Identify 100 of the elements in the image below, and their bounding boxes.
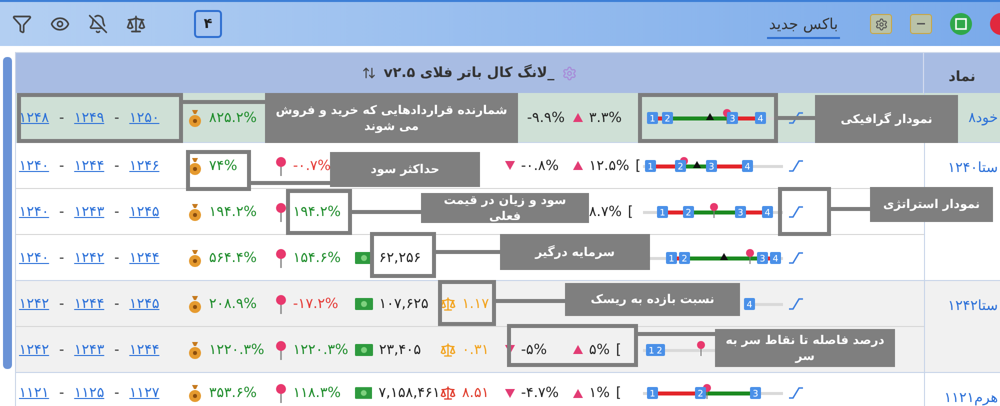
callout-label: سود و زیان در قیمت فعلی xyxy=(421,193,589,223)
range-marker: 2 xyxy=(679,252,690,264)
minus-icon xyxy=(917,23,925,25)
strategy-icon[interactable] xyxy=(788,252,804,264)
range-marker: 2 xyxy=(695,387,706,400)
contract-link[interactable]: ۱۲۴۶ xyxy=(129,158,160,174)
bracket: [ xyxy=(616,342,622,358)
up-distance: ۵% xyxy=(589,342,610,358)
scale-icon xyxy=(440,296,456,312)
scrollbar[interactable] xyxy=(3,57,12,369)
contract-link[interactable]: ۱۱۲۷ xyxy=(129,385,160,401)
contract-link[interactable]: ۱۲۴۰ xyxy=(19,204,50,220)
money-bag-icon xyxy=(187,156,203,174)
range-marker: 2 xyxy=(662,112,673,124)
highlight-frame xyxy=(370,232,436,278)
range-marker: 3 xyxy=(750,387,761,400)
pin-icon xyxy=(275,202,287,222)
callout-label: نمودار استراتژی xyxy=(870,187,993,222)
banknote-icon xyxy=(355,342,373,356)
bracket: [ xyxy=(628,204,634,220)
contract-link[interactable]: ۱۲۴۲ xyxy=(19,296,50,312)
square-icon xyxy=(955,18,967,30)
down-distance: -۹.۹% xyxy=(527,110,565,126)
up-distance: ۱% xyxy=(589,385,610,401)
scale-icon xyxy=(440,385,456,401)
strategy-icon[interactable] xyxy=(788,298,804,310)
separator-dash: - xyxy=(59,342,64,358)
contract-link[interactable]: ۱۲۵۰ xyxy=(129,110,160,126)
money-bag-icon xyxy=(187,294,203,312)
settings-button[interactable] xyxy=(870,14,892,34)
contract-link[interactable]: ۱۲۴۳ xyxy=(74,204,104,220)
contract-link[interactable]: ۱۲۴۰ xyxy=(19,158,50,174)
contract-link[interactable]: ۱۲۴۲ xyxy=(74,250,104,266)
tab[interactable]: باکس جدید xyxy=(767,9,840,39)
range-marker: 3 xyxy=(735,206,746,218)
profit-loss: ۱۲۲۰.۳% xyxy=(293,342,348,358)
capital: ۱۰۷,۶۲۵ xyxy=(379,296,429,312)
strategy-icon[interactable] xyxy=(788,112,804,124)
contract-link[interactable]: ۱۲۴۸ xyxy=(19,110,50,126)
contract-link[interactable]: ۱۲۴۴ xyxy=(74,158,104,174)
money-bag-icon xyxy=(187,248,203,266)
contract-link[interactable]: ۱۱۲۱ xyxy=(19,385,50,401)
contract-link[interactable]: ۱۲۴۴ xyxy=(129,342,160,358)
range-marker: 3 xyxy=(757,252,768,264)
up-distance: ۳.۳% xyxy=(589,110,622,126)
range-marker: 1 xyxy=(657,206,668,218)
contract-link[interactable]: ۱۲۴۹ xyxy=(74,110,104,126)
strategy-icon[interactable] xyxy=(788,206,804,218)
scale-icon[interactable] xyxy=(126,14,146,34)
down-triangle-icon xyxy=(505,388,515,398)
callout-label: شمارنده قراردادهایی که خرید و فروش می شوند xyxy=(265,93,518,143)
pin-icon xyxy=(746,248,754,264)
maximize-button[interactable] xyxy=(950,13,972,35)
max-profit: ۵۶۴.۴% xyxy=(209,250,257,266)
profit-loss: ۱۹۴.۲% xyxy=(293,204,341,220)
range-marker: 2 xyxy=(675,160,686,172)
separator-dash: - xyxy=(59,158,64,174)
capital: ۲۳,۴۰۵ xyxy=(379,342,422,358)
symbol-link[interactable]: ستا۱۲۴۰ xyxy=(948,160,998,176)
contract-link[interactable]: ۱۲۴۵ xyxy=(129,296,160,312)
gear-icon xyxy=(874,18,888,30)
pin-icon xyxy=(275,383,287,403)
separator-dash: - xyxy=(114,204,120,220)
reward-risk: ۱.۱۷ xyxy=(462,296,490,312)
contract-link[interactable]: ۱۲۴۲ xyxy=(19,342,50,358)
range-marker: 1 xyxy=(647,387,658,400)
symbol-link[interactable]: ستا۱۲۴۲ xyxy=(948,298,998,314)
separator-dash: - xyxy=(114,385,120,401)
contract-link[interactable]: ۱۲۴۴ xyxy=(129,250,160,266)
separator-dash: - xyxy=(59,385,64,401)
max-profit: ۱۲۲۰.۳% xyxy=(209,342,264,358)
callout-label: نسبت بازده به ریسک xyxy=(565,283,740,316)
symbol-link[interactable]: خود۸ xyxy=(968,110,998,126)
bracket: [ xyxy=(635,158,641,174)
sort-icon[interactable] xyxy=(362,66,376,80)
contract-link[interactable]: ۱۲۴۵ xyxy=(129,204,160,220)
contract-link[interactable]: ۱۲۴۰ xyxy=(19,250,50,266)
down-distance: -۰.۸% xyxy=(521,158,559,174)
separator-dash: - xyxy=(114,296,120,312)
count-button[interactable]: ۴ xyxy=(194,10,222,38)
bell-off-icon[interactable] xyxy=(88,14,108,34)
max-profit: ۲۰۸.۹% xyxy=(209,296,257,312)
up-triangle-icon xyxy=(573,161,583,170)
strategy-icon[interactable] xyxy=(788,160,804,172)
max-profit: ۳۵۳.۶% xyxy=(209,385,257,401)
contract-link[interactable]: ۱۲۴۳ xyxy=(74,342,104,358)
separator-dash: - xyxy=(59,296,64,312)
range-marker: 1 xyxy=(646,344,657,356)
pin-icon xyxy=(697,340,705,356)
symbol-link[interactable]: هرم۱۱۲۱ xyxy=(944,390,998,406)
contract-link[interactable]: ۱۲۴۴ xyxy=(74,296,104,312)
price-triangle-icon xyxy=(693,160,701,168)
strategy-icon[interactable] xyxy=(788,387,804,399)
contract-link[interactable]: ۱۱۲۵ xyxy=(74,385,104,401)
filter-icon[interactable] xyxy=(12,14,32,34)
highlight-frame xyxy=(286,189,352,235)
profit-loss: ۱۱۸.۳% xyxy=(293,385,341,401)
minimize-button[interactable] xyxy=(910,14,932,34)
separator-dash: - xyxy=(114,250,120,266)
range-marker: 1 xyxy=(666,252,677,264)
